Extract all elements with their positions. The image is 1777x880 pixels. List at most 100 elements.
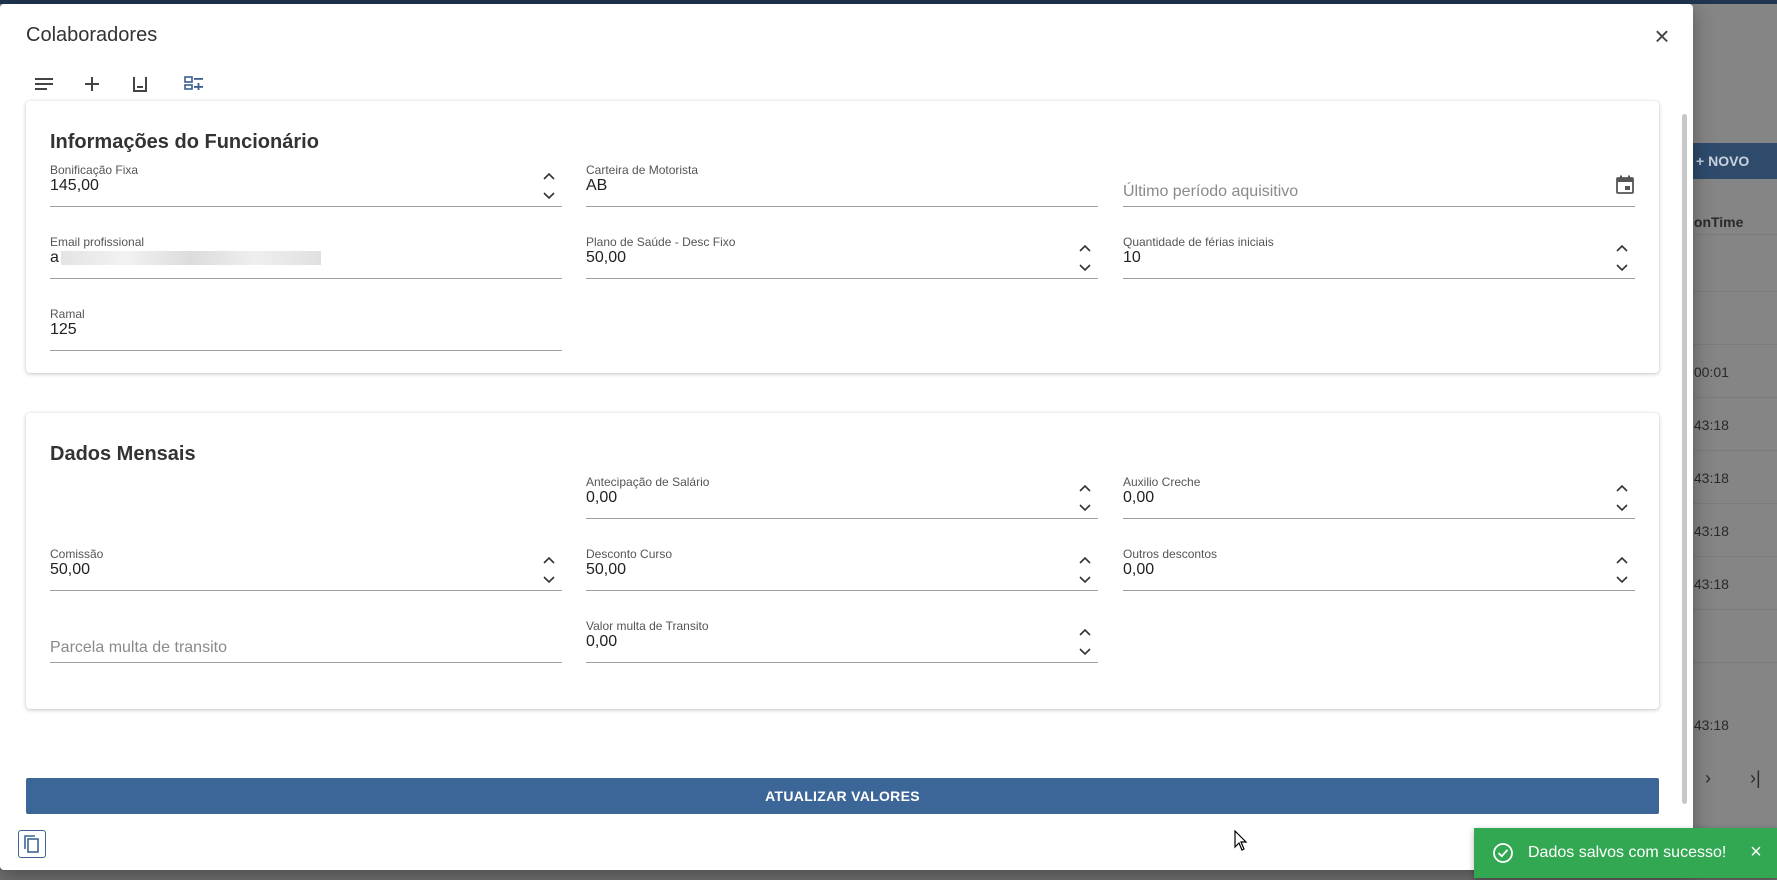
number-stepper[interactable] (1078, 243, 1092, 273)
background-time: :00:01 (1690, 364, 1729, 380)
number-stepper[interactable] (1615, 243, 1629, 273)
background-new-label: NOVO (1708, 153, 1750, 169)
traffic-fine-installment-placeholder[interactable]: Parcela multa de transito (50, 639, 227, 657)
background-time: :43:18 (1690, 523, 1729, 539)
field-underline (1123, 590, 1635, 591)
tab-save[interactable] (116, 64, 164, 104)
background-time: :43:18 (1690, 717, 1729, 733)
update-values-button[interactable]: ATUALIZAR VALORES (26, 778, 1659, 814)
tab-new[interactable] (68, 64, 116, 104)
field-underline (586, 278, 1098, 279)
last-period-placeholder[interactable]: Último período aquisitivo (1123, 183, 1298, 201)
fixed-bonus-value[interactable]: 145,00 (50, 177, 99, 195)
monthly-data-title: Dados Mensais (50, 443, 196, 465)
field-underline (50, 350, 562, 351)
commission-value[interactable]: 50,00 (50, 561, 90, 579)
traffic-fine-value-field[interactable]: Valor multa de Transito 0,00 (586, 619, 1098, 663)
field-underline (50, 278, 562, 279)
background-time: :43:18 (1690, 470, 1729, 486)
stepper-icon (1616, 484, 1628, 512)
toast-message: Dados salvos com sucesso! (1528, 844, 1727, 861)
fixed-bonus-field[interactable]: Bonificação Fixa 145,00 (50, 163, 562, 207)
field-underline (1123, 518, 1635, 519)
tab-form-add[interactable] (170, 64, 218, 104)
toast-close-icon[interactable]: × (1745, 841, 1767, 863)
tab-list[interactable] (20, 64, 68, 104)
stepper-icon (1616, 556, 1628, 584)
course-discount-label: Desconto Curso (586, 547, 673, 561)
plus-icon: + (1696, 153, 1709, 169)
other-discounts-label: Outros descontos (1123, 547, 1218, 561)
number-stepper[interactable] (542, 171, 556, 201)
field-underline (50, 662, 562, 663)
field-underline (586, 518, 1098, 519)
salary-advance-field[interactable]: Antecipação de Salário 0,00 (586, 475, 1098, 519)
stepper-icon (1079, 484, 1091, 512)
dialog-scrollbar[interactable] (1682, 114, 1687, 804)
background-row-divider (1690, 609, 1777, 610)
daycare-aid-value[interactable]: 0,00 (1123, 489, 1154, 507)
background-new-button: + NOVO (1690, 143, 1777, 179)
background-row-divider (1690, 291, 1777, 292)
work-email-value[interactable]: a (50, 249, 321, 267)
copy-icon (24, 835, 39, 853)
monthly-data-card: Dados Mensais Antecipação de Salário 0,0… (26, 413, 1659, 709)
list-icon (35, 78, 53, 90)
other-discounts-value[interactable]: 0,00 (1123, 561, 1154, 579)
background-row-divider (1690, 503, 1777, 504)
health-plan-field[interactable]: Plano de Saúde - Desc Fixo 50,00 (586, 235, 1098, 279)
initial-vacation-value[interactable]: 10 (1123, 249, 1141, 267)
number-stepper[interactable] (1078, 627, 1092, 657)
work-email-text: a (50, 249, 59, 266)
background-column-header: ionTime (1690, 214, 1744, 230)
health-plan-value[interactable]: 50,00 (586, 249, 626, 267)
dialog-title: Colaboradores (26, 24, 158, 46)
traffic-fine-value-value[interactable]: 0,00 (586, 633, 617, 651)
copy-button[interactable] (18, 830, 46, 858)
number-stepper[interactable] (1078, 483, 1092, 513)
daycare-aid-field[interactable]: Auxilio Creche 0,00 (1123, 475, 1635, 519)
extension-label: Ramal (50, 307, 85, 321)
background-row-divider (1690, 450, 1777, 451)
background-row-divider (1690, 556, 1777, 557)
stepper-icon (1079, 556, 1091, 584)
other-discounts-field[interactable]: Outros descontos 0,00 (1123, 547, 1635, 591)
plus-icon (85, 77, 99, 91)
background-row-divider (1690, 234, 1777, 235)
stepper-icon (1616, 244, 1628, 272)
last-period-field[interactable]: Último período aquisitivo (1123, 163, 1635, 207)
extension-field[interactable]: Ramal 125 (50, 307, 562, 351)
employee-info-card: Informações do Funcionário Bonificação F… (26, 101, 1659, 373)
background-row-divider (1690, 662, 1777, 663)
field-underline (50, 590, 562, 591)
traffic-fine-installment-field[interactable]: Parcela multa de transito (50, 619, 562, 663)
health-plan-label: Plano de Saúde - Desc Fixo (586, 235, 736, 249)
form-add-icon (184, 76, 203, 90)
drivers-license-value[interactable]: AB (586, 177, 607, 195)
commission-field[interactable]: Comissão 50,00 (50, 547, 562, 591)
initial-vacation-field[interactable]: Quantidade de férias iniciais 10 (1123, 235, 1635, 279)
close-icon[interactable]: × (1648, 22, 1676, 50)
course-discount-field[interactable]: Desconto Curso 50,00 (586, 547, 1098, 591)
daycare-aid-label: Auxilio Creche (1123, 475, 1201, 489)
work-email-field[interactable]: Email profissional a (50, 235, 562, 279)
extension-value[interactable]: 125 (50, 321, 77, 339)
field-underline (586, 590, 1098, 591)
last-page-icon: ›| (1750, 768, 1761, 788)
salary-advance-value[interactable]: 0,00 (586, 489, 617, 507)
number-stepper[interactable] (1615, 555, 1629, 585)
commission-label: Comissão (50, 547, 104, 561)
salary-advance-label: Antecipação de Salário (586, 475, 710, 489)
drivers-license-field[interactable]: Carteira de Motorista AB (586, 163, 1098, 207)
course-discount-value[interactable]: 50,00 (586, 561, 626, 579)
next-page-icon: › (1705, 768, 1711, 788)
traffic-fine-value-label: Valor multa de Transito (586, 619, 709, 633)
background-time: :43:18 (1690, 417, 1729, 433)
background-panel (1690, 4, 1777, 880)
redacted-text (60, 250, 321, 265)
number-stepper[interactable] (1078, 555, 1092, 585)
calendar-icon[interactable] (1615, 175, 1635, 197)
background-time: :43:18 (1690, 576, 1729, 592)
number-stepper[interactable] (542, 555, 556, 585)
number-stepper[interactable] (1615, 483, 1629, 513)
